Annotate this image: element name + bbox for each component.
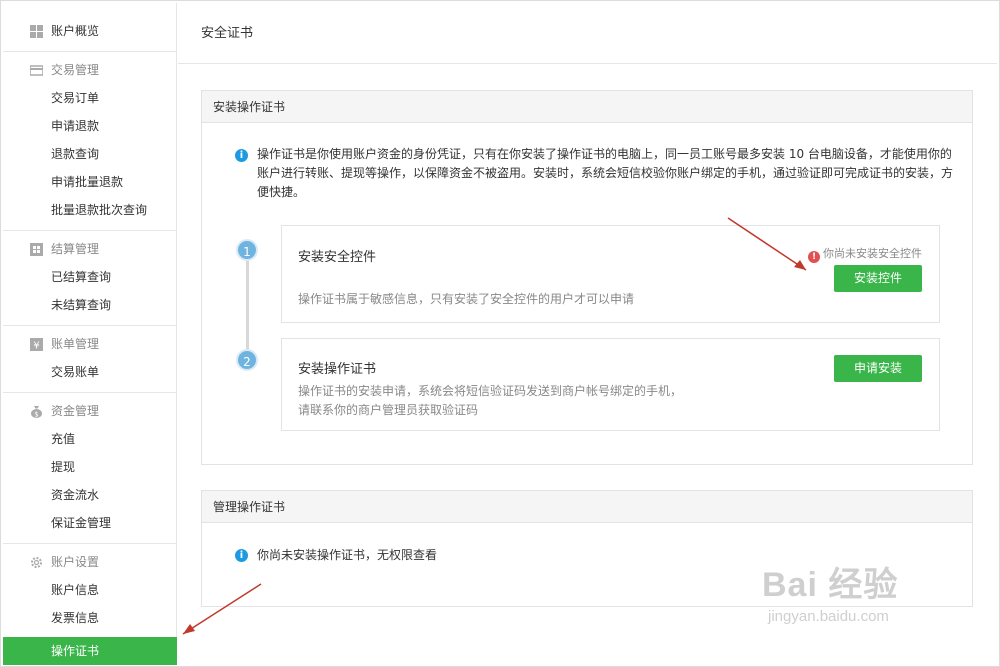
sidebar-item-overview[interactable]: 账户概览 <box>3 17 176 45</box>
sidebar-item-orders[interactable]: 交易订单 <box>3 84 176 112</box>
sidebar-group-label: 交易管理 <box>51 63 100 77</box>
step-description-line1: 操作证书的安装申请，系统会将短信验证码发送到商户帐号绑定的手机， <box>298 384 683 398</box>
apply-install-button[interactable]: 申请安装 <box>834 355 922 382</box>
sidebar-item-label: 退款查询 <box>51 147 100 161</box>
sidebar-nav: 账户概览 交易管理 交易订单 申请退款 退款查询 申请批量退款 批量退款批次查询… <box>3 3 177 665</box>
sidebar-group-label: 账户设置 <box>51 555 100 569</box>
panel-heading: 管理操作证书 <box>202 491 972 523</box>
sidebar-item-deposit[interactable]: 保证金管理 <box>3 509 176 537</box>
settlement-icon <box>30 243 43 256</box>
sidebar-group-label: 账单管理 <box>51 337 100 351</box>
sidebar-item-label: 申请批量退款 <box>51 175 124 189</box>
step-connector <box>246 251 249 361</box>
sidebar-item-label: 操作证书 <box>51 644 100 658</box>
step-description-line2: 请联系你的商户管理员获取验证码 <box>298 403 479 417</box>
sidebar-group-label: 资金管理 <box>51 404 100 418</box>
divider <box>3 325 176 326</box>
sidebar-item-batch-refund-query[interactable]: 批量退款批次查询 <box>3 196 176 224</box>
sidebar-item-label: 未结算查询 <box>51 298 112 312</box>
sidebar-item-label: 申请退款 <box>51 119 100 133</box>
sidebar-group-transaction[interactable]: 交易管理 <box>3 56 176 84</box>
svg-text:¥: ¥ <box>33 341 39 352</box>
divider <box>3 543 176 544</box>
sidebar-item-settled-query[interactable]: 已结算查询 <box>3 263 176 291</box>
step-description: 操作证书属于敏感信息，只有安装了安全控件的用户才可以申请 <box>298 292 635 306</box>
sidebar-item-transaction-bill[interactable]: 交易账单 <box>3 358 176 386</box>
sidebar-item-label: 已结算查询 <box>51 270 112 284</box>
warning-icon: ! <box>808 251 820 263</box>
step-install-cert: 安装操作证书 申请安装 操作证书的安装申请，系统会将短信验证码发送到商户帐号绑定… <box>281 338 940 431</box>
sidebar-item-withdraw[interactable]: 提现 <box>3 453 176 481</box>
install-control-button[interactable]: 安装控件 <box>834 265 922 292</box>
warning-text: 你尚未安装安全控件 <box>823 247 922 260</box>
sidebar-group-account-settings[interactable]: 账户设置 <box>3 548 176 576</box>
svg-text:$: $ <box>34 411 38 419</box>
info-icon: i <box>235 149 248 162</box>
sidebar-item-refund-query[interactable]: 退款查询 <box>3 140 176 168</box>
sidebar-item-apply-refund[interactable]: 申请退款 <box>3 112 176 140</box>
sidebar-item-label: 交易账单 <box>51 365 100 379</box>
sidebar-item-label: 账户概览 <box>51 24 100 38</box>
divider <box>3 230 176 231</box>
panel-heading: 安装操作证书 <box>202 91 972 123</box>
sidebar-item-batch-refund[interactable]: 申请批量退款 <box>3 168 176 196</box>
divider <box>3 51 176 52</box>
sidebar-item-label: 资金流水 <box>51 488 100 502</box>
sidebar-item-label: 账户信息 <box>51 583 100 597</box>
step-title: 安装安全控件 <box>298 250 377 265</box>
sidebar-item-account-info[interactable]: 账户信息 <box>3 576 176 604</box>
sidebar-item-fund-flow[interactable]: 资金流水 <box>3 481 176 509</box>
step-title: 安装操作证书 <box>298 362 377 377</box>
step-number: 1 <box>236 239 258 261</box>
sidebar-item-label: 批量退款批次查询 <box>51 203 148 217</box>
watermark-url: jingyan.baidu.com <box>768 608 889 625</box>
sidebar-group-bill[interactable]: ¥ 账单管理 <box>3 330 176 358</box>
page-title: 安全证书 <box>178 3 997 64</box>
gear-icon <box>31 557 42 568</box>
sidebar-item-label: 保证金管理 <box>51 516 112 530</box>
sidebar-item-label: 充值 <box>51 432 76 446</box>
sidebar-item-invoice-info[interactable]: 发票信息 <box>3 604 176 632</box>
sidebar-item-recharge[interactable]: 充值 <box>3 425 176 453</box>
manage-notice: 你尚未安装操作证书，无权限查看 <box>257 548 438 562</box>
transaction-icon <box>30 65 43 76</box>
baidu-watermark: Bai 经验 jingyan.baidu.com <box>762 557 898 625</box>
grid-icon <box>30 25 43 38</box>
install-cert-panel: 安装操作证书 i 操作证书是你使用账户资金的身份凭证，只有在你安装了操作证书的电… <box>201 90 973 465</box>
sidebar-group-funds[interactable]: $ 资金管理 <box>3 397 176 425</box>
sidebar-item-operation-cert[interactable]: 操作证书 <box>3 637 177 665</box>
sidebar-item-unsettled-query[interactable]: 未结算查询 <box>3 291 176 319</box>
sidebar-item-label: 发票信息 <box>51 611 100 625</box>
sidebar-item-label: 提现 <box>51 460 76 474</box>
step-install-control: 安装安全控件 ! 你尚未安装安全控件 安装控件 操作证书属于敏感信息，只有安装了安… <box>281 225 940 323</box>
install-notice: 操作证书是你使用账户资金的身份凭证，只有在你安装了操作证书的电脑上，同一员工账号… <box>257 147 954 199</box>
divider <box>3 392 176 393</box>
sidebar-item-label: 交易订单 <box>51 91 100 105</box>
warning-message: ! 你尚未安装安全控件 <box>808 245 922 263</box>
info-icon: i <box>235 549 248 562</box>
step-number: 2 <box>236 349 258 371</box>
watermark-logo-text: Bai 经验 <box>762 566 899 604</box>
sidebar-group-settlement[interactable]: 结算管理 <box>3 235 176 263</box>
sidebar-group-label: 结算管理 <box>51 242 100 256</box>
bill-icon: ¥ <box>30 338 43 351</box>
money-bag-icon: $ <box>31 406 42 419</box>
